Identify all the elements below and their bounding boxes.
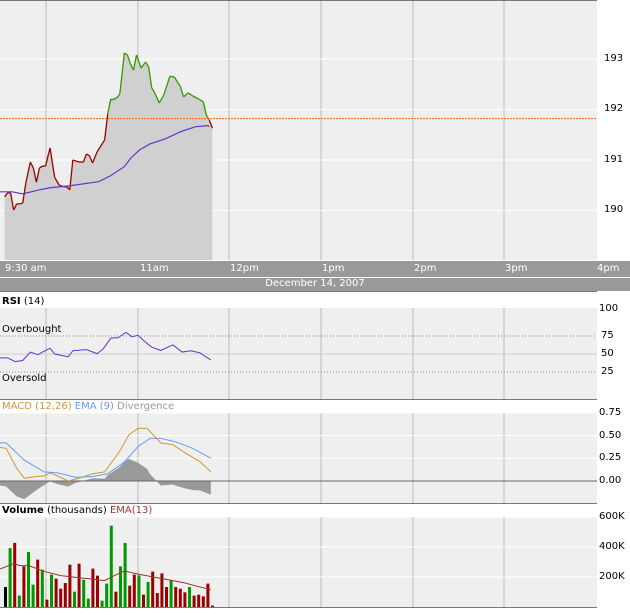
volume-bar xyxy=(146,581,150,607)
macd-tick-025: 0.25 xyxy=(599,452,622,463)
volume-bar xyxy=(59,588,63,607)
y-tick-192: 192 xyxy=(604,103,624,114)
volume-bar xyxy=(63,583,67,607)
rsi-tick-25: 25 xyxy=(601,366,614,377)
volume-bar xyxy=(192,595,196,607)
volume-bar xyxy=(22,566,26,607)
volume-bar xyxy=(31,584,35,607)
volume-bar xyxy=(174,587,178,607)
x-tick-3pm: 3pm xyxy=(505,263,528,274)
volume-panel xyxy=(0,517,597,607)
volume-bar xyxy=(123,542,127,607)
volume-bar xyxy=(68,564,72,607)
rsi-tick-75: 75 xyxy=(601,330,614,341)
volume-bar xyxy=(73,591,76,607)
volume-bar xyxy=(17,595,21,607)
macd-tick-075: 0.75 xyxy=(599,407,622,418)
x-tick-1pm: 1pm xyxy=(322,263,345,274)
vol-tick-600k: 600K xyxy=(599,511,625,522)
volume-bar xyxy=(109,525,113,607)
volume-bar xyxy=(4,587,7,607)
vol-tick-400k: 400K xyxy=(599,541,625,552)
date-label: December 14, 2007 xyxy=(265,278,365,289)
volume-bar xyxy=(183,592,187,607)
volume-title: Volume (thousands) EMA(13) xyxy=(2,505,153,516)
x-tick-12pm: 12pm xyxy=(230,263,259,274)
volume-bar xyxy=(169,580,173,607)
volume-bar xyxy=(50,574,53,607)
volume-bar xyxy=(165,587,168,607)
volume-bar xyxy=(197,594,201,607)
oversold-label: Oversold xyxy=(2,373,47,384)
volume-bar xyxy=(142,594,145,607)
volume-bar xyxy=(77,563,81,607)
overbought-label: Overbought xyxy=(2,324,62,335)
volume-bar xyxy=(188,587,191,607)
x-tick-11am: 11am xyxy=(140,263,169,274)
rsi-tick-100: 100 xyxy=(599,303,619,314)
time-axis-bar xyxy=(0,261,630,277)
volume-bar xyxy=(114,591,118,607)
price-line-segment xyxy=(110,98,113,101)
volume-bar xyxy=(100,600,104,607)
volume-bar xyxy=(45,599,49,607)
y-tick-193: 193 xyxy=(604,53,624,64)
y-tick-191: 191 xyxy=(604,154,624,165)
volume-bar xyxy=(82,579,86,607)
volume-bar xyxy=(54,578,58,607)
volume-bar xyxy=(178,588,182,607)
volume-bar xyxy=(201,596,205,607)
macd-title: MACD (12,26) EMA (9) Divergence xyxy=(2,401,175,412)
volume-bar xyxy=(137,575,141,607)
volume-bar xyxy=(211,605,214,607)
volume-bar xyxy=(36,559,40,607)
rsi-tick-50: 50 xyxy=(601,348,614,359)
volume-bar xyxy=(91,568,95,607)
macd-tick-000: 0.00 xyxy=(599,475,622,486)
rsi-title: RSI (14) xyxy=(2,296,45,307)
volume-bar xyxy=(27,551,30,607)
y-tick-190: 190 xyxy=(604,204,624,215)
x-tick-4pm: 4pm xyxy=(597,263,620,274)
volume-bar xyxy=(13,542,17,607)
x-tick-930: 9:30 am xyxy=(5,263,47,274)
volume-bar xyxy=(105,583,109,607)
volume-bar xyxy=(128,585,132,607)
volume-bar xyxy=(40,569,44,607)
volume-bar xyxy=(8,548,12,607)
volume-bar xyxy=(86,598,90,607)
x-tick-2pm: 2pm xyxy=(414,263,437,274)
vol-tick-200k: 200K xyxy=(599,571,625,582)
macd-tick-050: 0.50 xyxy=(599,430,622,441)
volume-bar xyxy=(132,574,136,607)
volume-bar xyxy=(206,583,210,607)
volume-bar xyxy=(155,593,159,607)
chart-canvas xyxy=(0,0,630,615)
